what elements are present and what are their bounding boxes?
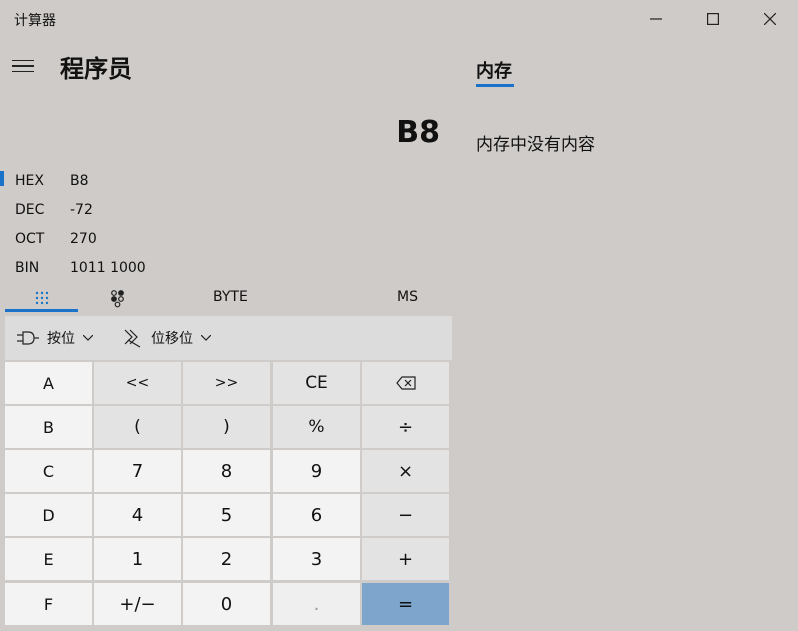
memory-tab-underline: [476, 84, 514, 87]
radix-value: 270: [70, 230, 97, 247]
key-subtract[interactable]: −: [362, 494, 449, 536]
key-4[interactable]: 4: [94, 494, 181, 536]
close-icon: [763, 13, 776, 25]
key-open-paren[interactable]: (: [94, 406, 181, 448]
key-8[interactable]: 8: [183, 450, 270, 492]
radix-label: OCT: [15, 230, 45, 247]
key-c[interactable]: C: [5, 450, 92, 492]
key-b[interactable]: B: [5, 406, 92, 448]
key-clear-entry[interactable]: CE: [273, 362, 360, 404]
keypad: A << >> CE B ( ) % ÷ C 7 8 9 × D 4 5 6 −…: [5, 362, 452, 627]
minimize-icon: [649, 18, 662, 20]
key-a[interactable]: A: [5, 362, 92, 404]
key-d[interactable]: D: [5, 494, 92, 536]
key-equals[interactable]: =: [362, 583, 449, 625]
title-bar: 计算器: [0, 0, 798, 38]
mode-title: 程序员: [60, 55, 132, 83]
key-5[interactable]: 5: [183, 494, 270, 536]
tab-bit-toggling-keypad[interactable]: [108, 288, 128, 308]
key-3[interactable]: 3: [273, 538, 360, 580]
key-decimal[interactable]: .: [273, 583, 360, 625]
key-2[interactable]: 2: [183, 538, 270, 580]
radix-label: BIN: [15, 259, 40, 276]
radix-value: 1011 1000: [70, 259, 146, 276]
close-button[interactable]: [741, 0, 798, 38]
radix-value: -72: [70, 201, 93, 218]
radix-row-dec[interactable]: DEC -72: [0, 195, 440, 224]
bitwise-dropdown[interactable]: 按位: [17, 316, 101, 360]
tab-full-keypad[interactable]: [5, 284, 78, 312]
radix-label: HEX: [15, 172, 44, 189]
bitwise-operator-bar: 按位 位移位: [5, 316, 452, 360]
key-add[interactable]: +: [362, 538, 449, 580]
key-9[interactable]: 9: [273, 450, 360, 492]
key-e[interactable]: E: [5, 538, 92, 580]
bit-toggle-icon: [111, 290, 124, 308]
radix-value: B8: [70, 172, 89, 189]
key-0[interactable]: 0: [183, 583, 270, 625]
key-divide[interactable]: ÷: [362, 406, 449, 448]
active-indicator: [0, 171, 4, 186]
keypad-tabs: BYTE MS: [0, 284, 452, 312]
bitshift-label: 位移位: [151, 331, 193, 347]
memory-empty-message: 内存中没有内容: [476, 135, 595, 155]
maximize-button[interactable]: [684, 0, 741, 38]
maximize-icon: [706, 13, 719, 25]
key-negate[interactable]: +/−: [94, 583, 181, 625]
result-display: B8: [396, 115, 440, 150]
radix-row-hex[interactable]: HEX B8: [0, 166, 440, 195]
hamburger-icon: [12, 59, 34, 62]
minimize-button[interactable]: [627, 0, 684, 38]
keypad-grid-icon: [35, 291, 48, 305]
radix-list: HEX B8 DEC -72 OCT 270 BIN 1011 1000: [0, 166, 440, 282]
key-close-paren[interactable]: ): [183, 406, 270, 448]
key-modulo[interactable]: %: [273, 406, 360, 448]
radix-row-oct[interactable]: OCT 270: [0, 224, 440, 253]
bitwise-label: 按位: [47, 331, 75, 347]
bit-shift-icon: [124, 329, 141, 348]
memory-tab[interactable]: 内存: [476, 57, 512, 83]
bitshift-dropdown[interactable]: 位移位: [123, 316, 219, 360]
chevron-down-icon: [83, 335, 93, 341]
key-right-shift[interactable]: >>: [183, 362, 270, 404]
hamburger-menu-button[interactable]: [12, 52, 40, 80]
radix-label: DEC: [15, 201, 45, 218]
memory-store-button[interactable]: MS: [397, 289, 418, 305]
tab-underline: [5, 309, 78, 312]
key-multiply[interactable]: ×: [362, 450, 449, 492]
key-6[interactable]: 6: [273, 494, 360, 536]
key-f[interactable]: F: [5, 583, 92, 625]
radix-row-bin[interactable]: BIN 1011 1000: [0, 253, 440, 282]
word-size-button[interactable]: BYTE: [213, 289, 248, 305]
chevron-down-icon: [201, 335, 211, 341]
logic-gate-icon: [17, 331, 39, 345]
key-7[interactable]: 7: [94, 450, 181, 492]
key-left-shift[interactable]: <<: [94, 362, 181, 404]
backspace-button[interactable]: [362, 362, 449, 404]
backspace-icon: [395, 376, 416, 390]
window-title: 计算器: [14, 13, 56, 29]
key-1[interactable]: 1: [94, 538, 181, 580]
